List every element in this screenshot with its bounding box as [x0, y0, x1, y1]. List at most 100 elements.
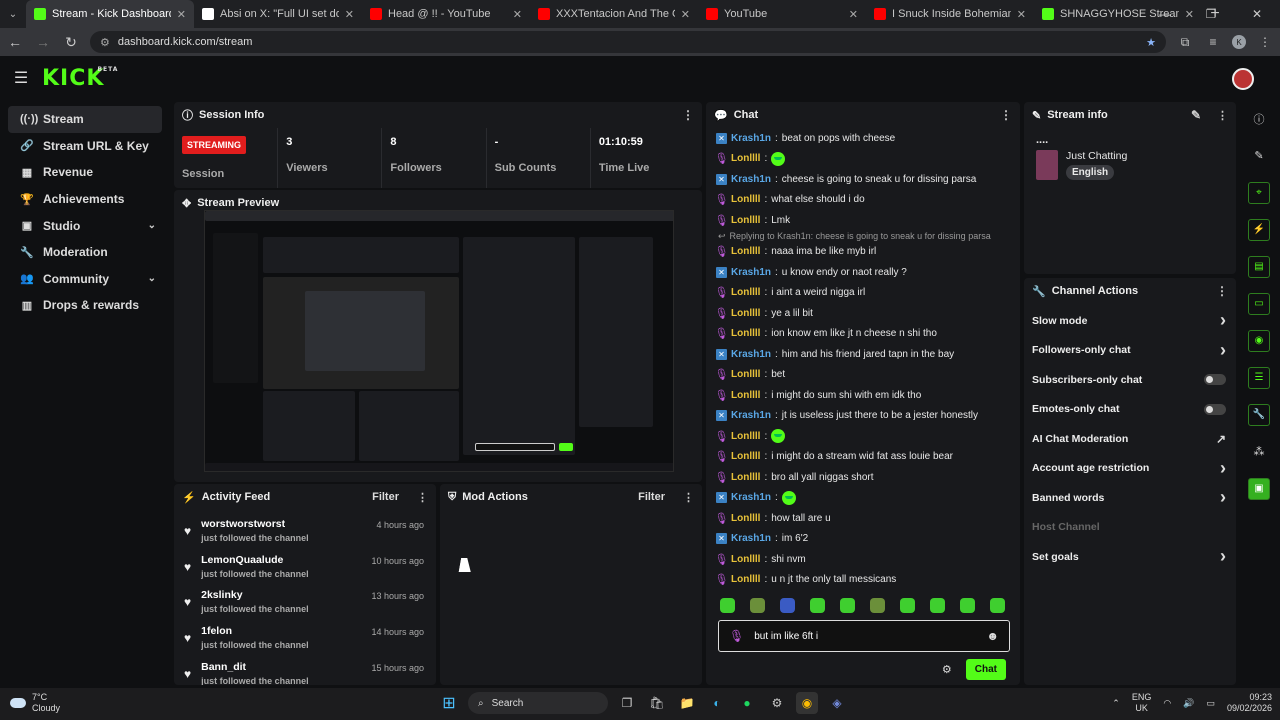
chat-username[interactable]: Lonllll [731, 328, 760, 339]
chat-username[interactable]: Lonllll [731, 554, 760, 565]
sidebar-item-revenue[interactable]: ▦ Revenue [8, 159, 162, 186]
sidebar-item-studio[interactable]: ▣ Studio ⌄ [8, 212, 162, 239]
chat-username[interactable]: Lonllll [731, 390, 760, 401]
taskbar-search[interactable]: ⌕ Search [468, 692, 608, 714]
chat-username[interactable]: Lonllll [731, 287, 760, 298]
chat-username[interactable]: Krash1n [731, 174, 771, 185]
chevron-down-icon[interactable]: ⌄ [148, 273, 156, 284]
chat-send-button[interactable]: Chat [965, 659, 1006, 680]
chat-message[interactable]: ✕ Krash1n: beat on pops with cheese [716, 128, 1010, 149]
follower-name[interactable]: worstworstworst [201, 518, 309, 530]
hamburger-menu-icon[interactable]: ☰ [0, 68, 42, 88]
stream-preview-video[interactable] [204, 210, 674, 472]
tab-close-icon[interactable]: ✕ [513, 8, 522, 21]
rail-button[interactable]: ☰ [1240, 359, 1278, 396]
chat-username[interactable]: Krash1n [731, 533, 771, 544]
minimize-icon[interactable]: — [1142, 7, 1188, 21]
tab-search-button[interactable]: ⌄ [0, 0, 26, 28]
follower-name[interactable]: 2kslinky [201, 589, 309, 601]
chat-menu-icon[interactable]: ⋮ [1000, 108, 1012, 122]
emote-icon[interactable] [720, 598, 735, 613]
chevron-down-icon[interactable]: ⌄ [148, 220, 156, 231]
store-icon[interactable]: 🛍 [646, 692, 668, 714]
battery-icon[interactable]: ▭ [1206, 698, 1215, 709]
browser-tab[interactable]: I Snuck Inside Bohemian Grove ✕ [866, 0, 1034, 28]
chat-settings-gear-icon[interactable]: ⚙ [942, 663, 952, 676]
channel-action-subscribers-only-chat[interactable]: Subscribers-only chat [1024, 365, 1236, 395]
close-window-icon[interactable]: ✕ [1234, 7, 1280, 21]
activity-menu-icon[interactable]: ⋮ [417, 491, 428, 504]
emoji-picker-icon[interactable]: ☻ [986, 629, 999, 643]
file-explorer-icon[interactable]: 📁 [676, 692, 698, 714]
tab-close-icon[interactable]: ✕ [681, 8, 690, 21]
sidebar-item-stream[interactable]: ((·)) Stream [8, 106, 162, 133]
chat-message[interactable]: ✕ Krash1n: him and his friend jared tapn i… [716, 344, 1010, 365]
stream-info-menu-icon[interactable]: ⋮ [1217, 109, 1228, 122]
tab-close-icon[interactable]: ✕ [1017, 8, 1026, 21]
browser-tab[interactable]: Stream - Kick Dashboard ✕ [26, 0, 194, 28]
windows-start-icon[interactable]: ⊞ [438, 692, 460, 714]
tab-close-icon[interactable]: ✕ [345, 8, 354, 21]
chat-username[interactable]: Lonllll [731, 246, 760, 257]
rail-button[interactable]: ▤ [1240, 248, 1278, 285]
url-field[interactable]: ⚙ dashboard.kick.com/stream ★ [90, 31, 1166, 53]
chat-username[interactable]: Lonllll [731, 308, 760, 319]
sidebar-item-stream-url-key[interactable]: 🔗 Stream URL & Key [8, 133, 162, 160]
weather-widget[interactable]: 7°C Cloudy [10, 692, 60, 714]
sidebar-item-moderation[interactable]: 🔧 Moderation [8, 239, 162, 266]
channel-action-account-age-restriction[interactable]: Account age restriction › [1024, 454, 1236, 484]
chevron-right-icon[interactable]: › [1220, 487, 1226, 508]
discord-icon[interactable]: ◈ [826, 692, 848, 714]
chat-username[interactable]: Krash1n [731, 410, 771, 421]
emote-icon[interactable] [960, 598, 975, 613]
channel-action-ai-chat-moderation[interactable]: AI Chat Moderation ↗ [1024, 424, 1236, 454]
sidebar-item-drops-rewards[interactable]: ▥ Drops & rewards [8, 292, 162, 319]
restore-icon[interactable]: ❐ [1188, 7, 1234, 21]
toggle-switch[interactable] [1204, 374, 1226, 386]
category-name[interactable]: Just Chatting [1066, 150, 1127, 162]
sidebar-item-community[interactable]: 👥 Community ⌄ [8, 266, 162, 293]
expand-icon[interactable]: ✥ [182, 197, 191, 210]
forward-icon[interactable]: → [34, 34, 52, 50]
chat-message[interactable]: 🎙 Lonllll: shi nvm [715, 549, 1010, 570]
chevron-right-icon[interactable]: › [1220, 340, 1226, 361]
language-indicator[interactable]: ENG UK [1132, 692, 1152, 714]
chat-username[interactable]: Lonllll [731, 513, 760, 524]
rail-button[interactable]: ⚡ [1240, 211, 1278, 248]
extensions-icon[interactable]: ⧉ [1176, 35, 1194, 50]
chat-message[interactable]: 🎙 Lonllll: naaa ima be like myb irl [715, 242, 1010, 263]
media-icon[interactable]: ≡ [1204, 35, 1222, 49]
emote-icon[interactable] [870, 598, 885, 613]
emote-icon[interactable] [840, 598, 855, 613]
tab-close-icon[interactable]: ✕ [177, 8, 186, 21]
site-info-icon[interactable]: ⚙ [100, 36, 110, 49]
chat-username[interactable]: Lonllll [731, 153, 760, 164]
bookmark-star-icon[interactable]: ★ [1146, 36, 1156, 49]
reload-icon[interactable]: ↻ [62, 34, 80, 51]
chat-username[interactable]: Krash1n [731, 349, 771, 360]
session-menu-icon[interactable]: ⋮ [682, 108, 694, 122]
chat-message[interactable]: 🎙 Lonllll: Lmk [715, 210, 1010, 231]
edge-icon[interactable]: ◐ [706, 692, 728, 714]
toggle-switch[interactable] [1204, 403, 1226, 415]
steam-icon[interactable]: ⚙ [766, 692, 788, 714]
chat-username[interactable]: Lonllll [731, 574, 760, 585]
browser-tab[interactable]: YouTube ✕ [698, 0, 866, 28]
chat-message[interactable]: 🎙 Lonllll: ye a lil bit [715, 303, 1010, 324]
chat-username[interactable]: Krash1n [731, 492, 771, 503]
edit-icon[interactable]: ✎ [1191, 108, 1201, 122]
tray-chevron-icon[interactable]: ⌃ [1112, 698, 1120, 709]
chat-message[interactable]: 🎙 Lonllll: bet [715, 365, 1010, 386]
menu-kebab-icon[interactable]: ⋮ [1256, 35, 1274, 49]
chat-message[interactable]: 🎙 Lonllll: i might do sum shi with em idk … [715, 385, 1010, 406]
external-link-icon[interactable]: ↗ [1216, 432, 1226, 446]
chat-message[interactable]: 🎙 Lonllll: how tall are u [715, 508, 1010, 529]
browser-tab[interactable]: XXXTentacion And The Occult ✕ [530, 0, 698, 28]
chrome-icon[interactable]: ◉ [796, 692, 818, 714]
info-rail-icon[interactable]: ⓘ [1240, 100, 1278, 137]
rail-button[interactable]: ▭ [1240, 285, 1278, 322]
emote-icon[interactable] [750, 598, 765, 613]
sidebar-item-achievements[interactable]: 🏆 Achievements [8, 186, 162, 213]
chevron-right-icon[interactable]: › [1220, 546, 1226, 567]
rail-button[interactable]: ▣ [1240, 470, 1278, 507]
